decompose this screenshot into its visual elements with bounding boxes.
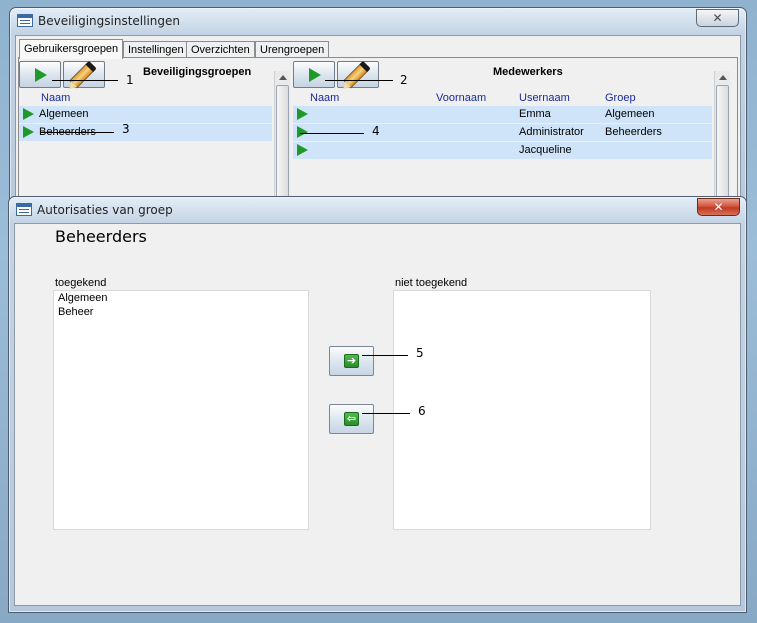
employees-column-group: Groep	[605, 92, 636, 104]
group-name: Algemeen	[39, 108, 89, 120]
callout-line	[300, 133, 364, 134]
granted-list[interactable]: Algemeen Beheer	[53, 290, 309, 530]
callout-number: 1	[126, 73, 134, 87]
security-settings-window: Beveiligingsinstellingen ✕ Gebruikersgro…	[9, 7, 747, 211]
close-button[interactable]: ✕	[697, 198, 740, 216]
not-granted-list[interactable]	[393, 290, 651, 530]
window-title: Autorisaties van groep	[37, 203, 173, 217]
groups-column-name: Naam	[41, 92, 71, 104]
employee-group: Algemeen	[605, 108, 655, 120]
arrow-right-icon[interactable]	[23, 126, 34, 138]
arrow-right-icon[interactable]	[297, 126, 308, 138]
employee-row[interactable]: Jacqueline	[293, 142, 712, 159]
scroll-up-icon[interactable]	[719, 75, 727, 80]
close-button[interactable]: ✕	[696, 9, 739, 27]
form-icon	[16, 203, 32, 216]
arrow-left-box-icon: ⇦	[344, 412, 359, 426]
list-item[interactable]: Algemeen	[58, 292, 108, 304]
employee-row[interactable]: Emma Algemeen	[293, 106, 712, 123]
not-granted-label: niet toegekend	[395, 277, 468, 289]
scroll-thumb[interactable]	[716, 85, 729, 211]
window-title: Beveiligingsinstellingen	[38, 14, 181, 28]
employees-panel-title: Medewerkers	[493, 66, 563, 78]
employee-username: Administrator	[519, 126, 584, 138]
callout-number: 5	[416, 346, 424, 360]
tab-instellingen[interactable]: Instellingen	[123, 41, 189, 58]
tab-overzichten[interactable]: Overzichten	[186, 41, 255, 58]
scroll-thumb[interactable]	[276, 85, 289, 211]
window-client: Gebruikersgroepen Instellingen Overzicht…	[15, 35, 741, 211]
open-group-button[interactable]	[19, 61, 61, 88]
arrow-right-icon[interactable]	[297, 144, 308, 156]
play-icon	[309, 68, 321, 82]
employee-username: Emma	[519, 108, 551, 120]
groups-panel-title: Beveiligingsgroepen	[143, 66, 252, 78]
window-client: Beheerders toegekend Algemeen Beheer nie…	[14, 223, 741, 606]
employees-column-first-name: Voornaam	[436, 92, 487, 104]
employee-username: Jacqueline	[519, 144, 572, 156]
tab-gebruikersgroepen[interactable]: Gebruikersgroepen	[19, 39, 124, 59]
callout-line	[40, 132, 114, 133]
arrow-right-icon[interactable]	[23, 108, 34, 120]
play-icon	[35, 68, 47, 82]
callout-line	[52, 80, 118, 81]
tab-urengroepen[interactable]: Urengroepen	[255, 41, 330, 58]
move-left-button[interactable]: ⇦	[329, 404, 374, 434]
arrow-right-icon[interactable]	[297, 108, 308, 120]
callout-line	[362, 413, 410, 414]
employees-column-username: Usernaam	[519, 92, 570, 104]
group-authorizations-window: Autorisaties van groep ✕ Beheerders toeg…	[8, 196, 747, 613]
employees-scrollbar[interactable]	[714, 71, 730, 211]
move-right-button[interactable]: ➔	[329, 346, 374, 376]
callout-number: 3	[122, 122, 130, 136]
pencil-icon	[343, 63, 368, 89]
arrow-right-box-icon: ➔	[344, 354, 359, 368]
callout-line	[362, 355, 408, 356]
callout-number: 6	[418, 404, 426, 418]
edit-group-button[interactable]	[63, 61, 105, 89]
form-icon	[17, 14, 33, 27]
edit-employee-button[interactable]	[337, 61, 379, 89]
open-employee-button[interactable]	[293, 61, 335, 88]
groups-scrollbar[interactable]	[274, 71, 290, 211]
employee-group: Beheerders	[605, 126, 662, 138]
employees-column-name: Naam	[310, 92, 340, 104]
title-bar[interactable]: Autorisaties van groep ✕	[9, 197, 746, 223]
granted-label: toegekend	[55, 277, 107, 289]
callout-number: 4	[372, 124, 380, 138]
title-bar[interactable]: Beveiligingsinstellingen ✕	[10, 8, 746, 34]
callout-line	[325, 80, 393, 81]
group-name-heading: Beheerders	[55, 227, 147, 246]
group-row-algemeen[interactable]: Algemeen	[19, 106, 272, 123]
scroll-up-icon[interactable]	[279, 75, 287, 80]
callout-number: 2	[400, 73, 408, 87]
pencil-icon	[69, 63, 94, 89]
list-item[interactable]: Beheer	[58, 306, 93, 318]
